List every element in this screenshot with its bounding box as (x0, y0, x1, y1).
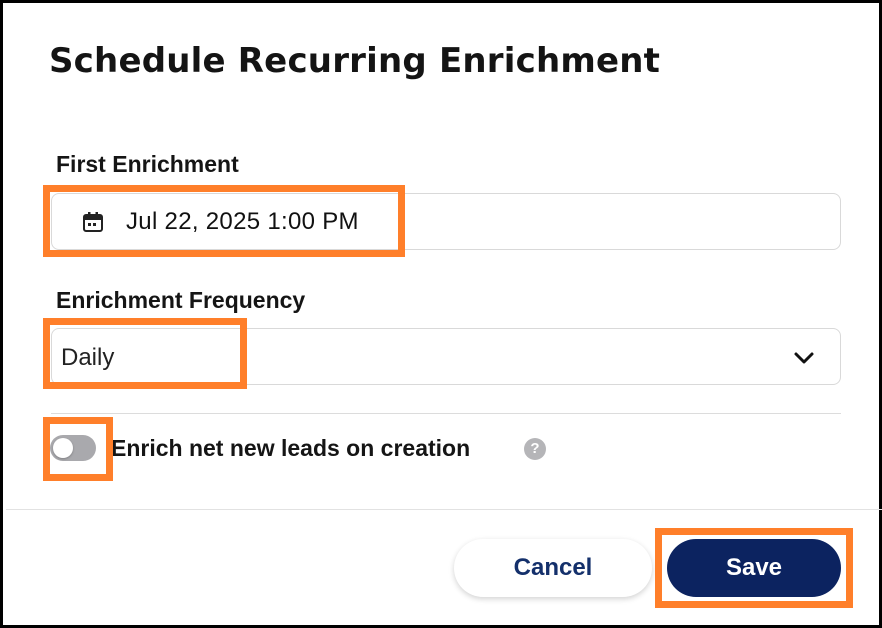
enrichment-frequency-label: Enrichment Frequency (56, 287, 306, 313)
first-enrichment-label: First Enrichment (56, 151, 239, 177)
chevron-down-icon[interactable] (792, 348, 816, 368)
toggle-knob (53, 438, 73, 458)
footer-divider (6, 509, 882, 510)
net-new-leads-label: Enrich net new leads on creation (111, 435, 471, 461)
schedule-enrichment-dialog: Schedule Recurring Enrichment First Enri… (0, 0, 882, 628)
cancel-button[interactable]: Cancel (454, 539, 652, 597)
enrichment-frequency-select[interactable]: Daily (51, 328, 841, 385)
question-mark-icon[interactable]: ? (524, 438, 546, 460)
section-divider (51, 413, 841, 414)
calendar-icon (83, 212, 103, 232)
dialog-title: Schedule Recurring Enrichment (49, 41, 661, 81)
first-enrichment-datetime-input[interactable]: Jul 22, 2025 1:00 PM (51, 193, 841, 250)
enrichment-frequency-value: Daily (61, 344, 115, 371)
save-button[interactable]: Save (667, 539, 841, 597)
net-new-leads-toggle[interactable] (50, 435, 96, 461)
first-enrichment-value: Jul 22, 2025 1:00 PM (126, 208, 359, 235)
